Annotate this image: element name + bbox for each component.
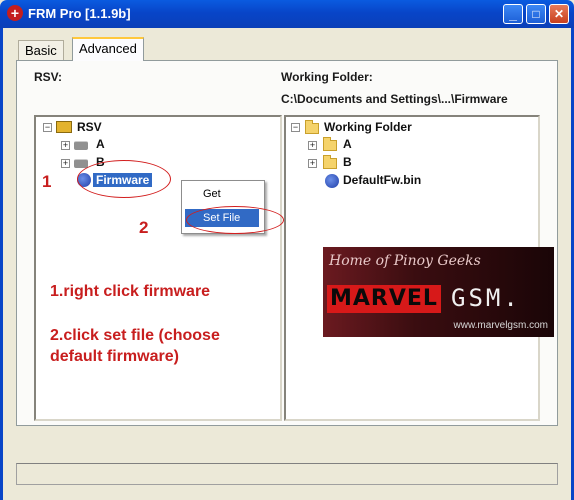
firmware-file-icon — [325, 174, 339, 188]
expand-toggle-a[interactable]: + — [61, 141, 70, 150]
marvel-gsm-banner: Home of Pinoy Geeks MARVEL GSM. www.marv… — [323, 247, 554, 337]
menu-item-get[interactable]: Get — [185, 185, 259, 203]
banner-url: www.marvelgsm.com — [453, 320, 548, 331]
folder-icon — [323, 155, 337, 169]
drive-icon — [74, 141, 88, 150]
folder-icon — [323, 137, 337, 151]
expand-toggle-b[interactable]: + — [61, 159, 70, 168]
rsv-label: RSV: — [34, 70, 63, 84]
annotation-ellipse-firmware — [77, 160, 171, 198]
rsv-root-icon — [56, 121, 72, 133]
tab-basic[interactable]: Basic — [18, 40, 64, 60]
banner-brand: MARVEL — [327, 285, 441, 313]
window-title: FRM Pro [1.1.9b] — [28, 6, 131, 21]
tree-node-folder-a[interactable]: A — [343, 137, 352, 151]
window-border-left — [0, 28, 3, 500]
title-bar[interactable]: + FRM Pro [1.1.9b] _ □ ✕ — [0, 0, 574, 28]
tree-node-a[interactable]: A — [96, 137, 105, 151]
step-1-marker: 1 — [42, 172, 52, 191]
instruction-step-2-line2: default firmware) — [50, 348, 179, 365]
tree-node-working-folder[interactable]: Working Folder — [324, 120, 412, 134]
tree-node-defaultfw[interactable]: DefaultFw.bin — [343, 173, 421, 187]
tab-advanced[interactable]: Advanced — [72, 37, 144, 61]
expand-toggle-folder-a[interactable]: + — [308, 141, 317, 150]
close-icon: ✕ — [553, 7, 565, 21]
app-icon[interactable]: + — [7, 5, 23, 21]
working-folder-path: C:\Documents and Settings\...\Firmware — [281, 92, 508, 106]
collapse-toggle-rsv[interactable]: − — [43, 123, 52, 132]
working-folder-label: Working Folder: — [281, 70, 373, 84]
tree-node-rsv[interactable]: RSV — [77, 120, 102, 134]
status-bar — [16, 463, 558, 485]
instruction-step-1: 1.right click firmware — [50, 283, 211, 300]
minimize-button[interactable]: _ — [503, 4, 523, 24]
minimize-icon: _ — [509, 6, 517, 22]
collapse-toggle-working-folder[interactable]: − — [291, 123, 300, 132]
banner-tagline: Home of Pinoy Geeks — [329, 253, 481, 269]
rsv-tree-view[interactable]: − RSV + A + B Firmware — [34, 115, 282, 421]
maximize-icon: □ — [532, 7, 540, 21]
close-button[interactable]: ✕ — [549, 4, 569, 24]
step-2-marker: 2 — [139, 218, 149, 237]
expand-toggle-folder-b[interactable]: + — [308, 159, 317, 168]
banner-brand-suffix: GSM. — [451, 284, 521, 312]
folder-open-icon — [305, 120, 319, 134]
maximize-button[interactable]: □ — [526, 4, 546, 24]
annotation-ellipse-set-file — [186, 206, 284, 234]
tree-node-folder-b[interactable]: B — [343, 155, 352, 169]
instruction-step-2-line1: 2.click set file (choose — [50, 327, 220, 344]
